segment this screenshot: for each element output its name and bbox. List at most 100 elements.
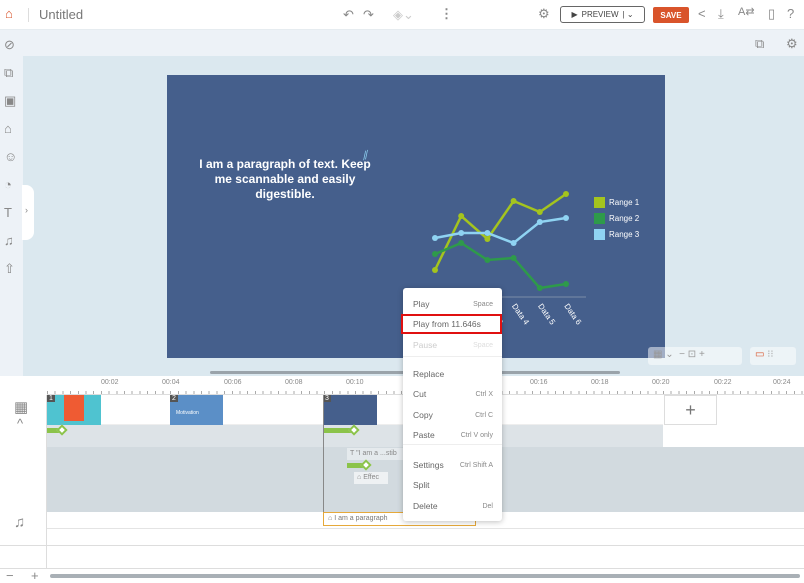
slide-paragraph[interactable]: I am a paragraph of text. Keep me scanna… [195, 157, 375, 202]
character-icon[interactable]: ☺ [4, 150, 17, 163]
templates-icon[interactable]: ⧉ [4, 66, 13, 79]
settings-icon[interactable]: ⚙ [786, 37, 798, 50]
menu-item-label: Settings [413, 460, 444, 470]
highlight-box [401, 314, 502, 334]
layers-icon[interactable]: ◈⌄ [393, 8, 414, 21]
x-tick-label: Data 4 [510, 302, 531, 327]
data-point [484, 257, 491, 263]
menu-item-split[interactable]: Split [403, 475, 502, 495]
timeline-scrollbar[interactable] [50, 574, 800, 578]
menu-item-shortcut: Ctrl X [475, 390, 494, 398]
undo-icon[interactable]: ↶ [343, 8, 354, 21]
data-point [536, 209, 543, 215]
data-point [563, 215, 569, 221]
play-icon: ▶ [571, 10, 578, 19]
chevron-down-icon: | ⌄ [622, 10, 634, 19]
home-icon[interactable]: ⌂ [5, 7, 13, 20]
menu-item-paste[interactable]: Paste Ctrl V only [403, 425, 502, 445]
ruler-tick-label: 00:08 [285, 379, 303, 386]
menu-item-shortcut: Ctrl C [475, 411, 493, 419]
legend-range-3: Range 3 [594, 229, 639, 240]
left-sidebar: ⧉ ▣ ⌂ ☺ ◔ T ♫ ⇧ [0, 56, 23, 376]
menu-item-cut[interactable]: Cut Ctrl X [403, 384, 502, 404]
music-track-icon: ♫ [14, 514, 26, 531]
ruler-tick-label: 00:18 [591, 379, 609, 386]
menu-item-copy[interactable]: Copy Ctrl C [403, 405, 502, 425]
menu-item-shortcut: Space [473, 341, 493, 349]
ruler-tick-label: 00:04 [162, 379, 180, 386]
menu-item-label: Copy [413, 410, 433, 420]
data-point [458, 240, 465, 246]
data-point [484, 230, 491, 236]
scene-thumbnail-2[interactable]: 2 Motivation [170, 395, 223, 425]
scene-thumbnail-1[interactable]: 1 [47, 395, 101, 425]
data-point [563, 281, 569, 287]
save-button[interactable]: SAVE [653, 7, 689, 23]
resize-icon[interactable]: ⧉ [755, 37, 764, 50]
menu-item-play[interactable]: Play Space [403, 294, 502, 314]
menu-item-label: Paste [413, 430, 435, 440]
ruler-tick-label: 00:16 [530, 379, 548, 386]
menu-divider [403, 356, 502, 357]
menu-item-label: Pause [413, 340, 438, 350]
menu-item-shortcut: Space [473, 300, 493, 308]
menu-item-shortcut: Del [482, 502, 493, 510]
redo-icon[interactable]: ↷ [363, 8, 374, 21]
scene-thumbnail-3[interactable]: 3 [323, 395, 377, 425]
view-toggle[interactable]: ▭ ⁝⁝ [750, 347, 796, 365]
menu-divider [403, 444, 502, 445]
data-point [432, 267, 438, 273]
data-point [432, 235, 438, 241]
text-layer-item[interactable]: T "I am a ...stib [347, 448, 403, 460]
data-point [458, 230, 465, 236]
notes-icon[interactable]: ▯ [768, 7, 775, 20]
zoom-in-icon[interactable]: + [31, 569, 39, 582]
menu-item-label: Play [413, 299, 430, 309]
data-point [563, 191, 569, 197]
menu-item-shortcut: Ctrl V only [460, 431, 493, 439]
add-scene-button[interactable]: + [664, 395, 717, 425]
secondary-toolbar: ⊘ ⧉ ⚙ [0, 30, 804, 56]
ruler-tick-label: 00:10 [346, 379, 364, 386]
translate-icon[interactable]: A⇄ [738, 7, 755, 18]
data-point [536, 219, 543, 225]
effect-item[interactable]: ⌂ Effec [354, 472, 388, 484]
text-icon[interactable]: T [4, 206, 12, 219]
menu-item-label: Cut [413, 389, 427, 399]
preview-button[interactable]: ▶ PREVIEW | ⌄ [560, 6, 645, 23]
project-title[interactable]: Untitled [39, 7, 83, 22]
data-point [536, 285, 543, 291]
menu-item-delete[interactable]: Delete Del [403, 496, 502, 516]
collapse-icon[interactable]: ^ [17, 417, 23, 430]
data-point [510, 240, 517, 246]
menu-item-shortcut: Ctrl Shift A [459, 461, 493, 469]
music-icon[interactable]: ♫ [4, 234, 14, 247]
props-icon[interactable]: ⌂ [4, 122, 12, 135]
menu-item-settings[interactable]: Settings Ctrl Shift A [403, 455, 502, 475]
data-point [510, 198, 517, 204]
help-icon[interactable]: ? [787, 7, 794, 20]
upload-icon[interactable]: ⇧ [4, 262, 15, 275]
data-point [484, 236, 491, 242]
more-icon[interactable]: ⋮ [440, 7, 453, 20]
series-line-2 [434, 241, 567, 290]
legend-range-1: Range 1 [594, 197, 639, 208]
top-bar: ⌂ Untitled ↶ ↷ ◈⌄ ⋮ ⚙ ▶ PREVIEW | ⌄ SAVE <… [0, 0, 804, 30]
menu-item-pause[interactable]: Pause Space [403, 335, 502, 355]
scenes-track-icon: ▦ [14, 399, 29, 416]
zoom-out-icon[interactable]: − [6, 569, 14, 582]
legend-range-2: Range 2 [594, 213, 639, 224]
scenes-icon[interactable]: ▣ [4, 94, 16, 107]
data-point [458, 213, 465, 219]
menu-item-replace[interactable]: Replace [403, 364, 502, 384]
menu-item-label: Split [413, 480, 430, 490]
chart-icon[interactable]: ◔ [4, 178, 12, 191]
share-icon[interactable]: < [698, 7, 706, 20]
ruler-tick-label: 00:20 [652, 379, 670, 386]
sidebar-expand-handle[interactable]: › [22, 185, 34, 240]
download-icon[interactable]: ⤓ [718, 7, 724, 20]
gear-icon[interactable]: ⚙ [538, 7, 550, 20]
ruler-tick-label: 00:24 [773, 379, 791, 386]
compass-icon[interactable]: ⊘ [4, 38, 15, 51]
zoom-controls[interactable]: ▦ ⌄ − ⊡ + [648, 347, 742, 365]
